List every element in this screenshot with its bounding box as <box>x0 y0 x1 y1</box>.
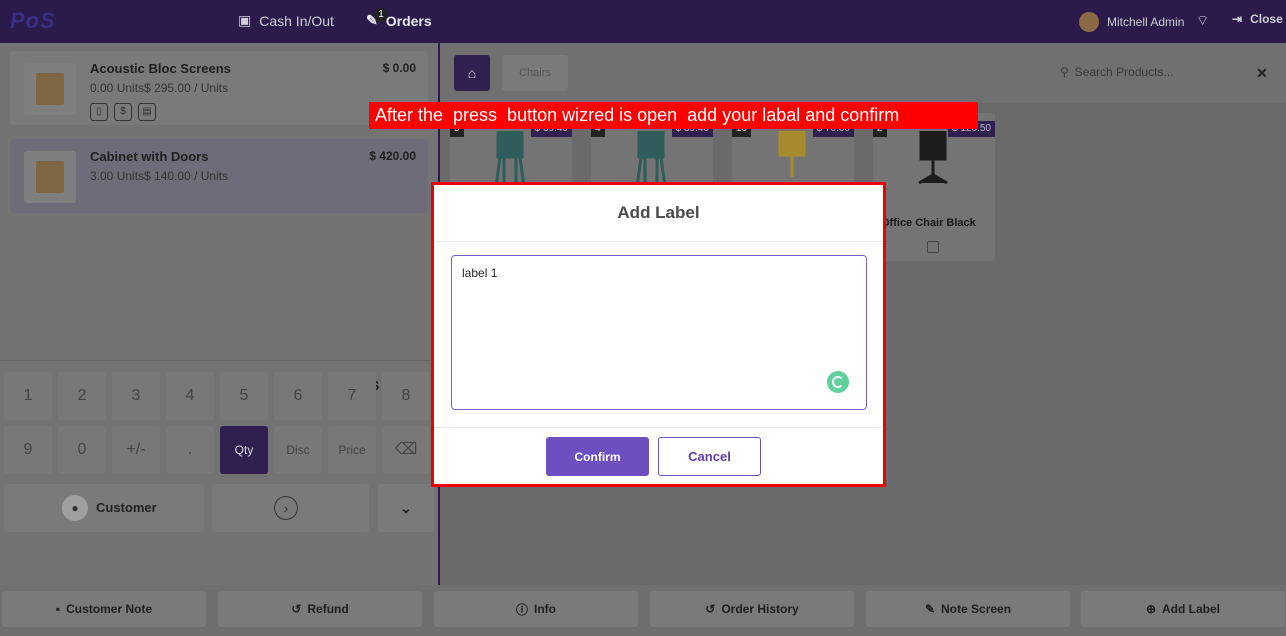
product-name: Office Chair Black <box>881 217 976 229</box>
clear-search-icon[interactable]: ✕ <box>1256 65 1268 82</box>
divider <box>0 360 438 361</box>
customer-note-label: Customer Note <box>66 602 153 616</box>
cash-in-out-label: Cash In/Out <box>259 12 334 29</box>
bottom-action-bar: ▪ Customer Note ↺ Refund ⓘ Info ↺ Order … <box>0 585 1286 636</box>
customer-label: Customer <box>96 500 157 515</box>
add-label-dialog: Add Label label 1 Confirm Cancel <box>431 182 886 487</box>
key-7[interactable]: 7 <box>328 372 376 420</box>
key-6[interactable]: 6 <box>274 372 322 420</box>
key-2[interactable]: 2 <box>58 372 106 420</box>
avatar <box>1079 12 1099 32</box>
undo-icon: ↺ <box>291 602 302 616</box>
key-plus-minus[interactable]: +/- <box>112 426 160 474</box>
orders-label: Orders <box>385 12 432 29</box>
order-line-qty: 0.00 Units$ 295.00 / Units <box>90 81 229 95</box>
tutorial-annotation: After the press button wizred is open ad… <box>369 102 978 129</box>
order-line-price: $ 420.00 <box>369 149 416 163</box>
search-icon: ⚲ <box>1060 65 1069 79</box>
user-menu[interactable]: Mitchell Admin <box>1079 12 1184 32</box>
product-card[interactable]: 2 $ 120.50 Office Chair Black <box>873 113 995 261</box>
price-mode-button[interactable]: Price <box>328 426 376 474</box>
chevron-right-icon: › <box>274 496 298 520</box>
order-line-name: Cabinet with Doors <box>90 149 209 164</box>
add-label-button[interactable]: ⊕ Add Label <box>1081 591 1285 627</box>
confirm-button[interactable]: Confirm <box>546 437 649 476</box>
chair-image <box>494 131 526 187</box>
edit-icon: ✎ <box>924 602 936 616</box>
close-button[interactable]: ⇥ Close <box>1232 12 1283 26</box>
order-line-name: Acoustic Bloc Screens <box>90 61 231 76</box>
info-icon: ⓘ <box>515 602 528 617</box>
order-line-price: $ 0.00 <box>382 61 416 75</box>
chair-image <box>635 131 667 187</box>
dialog-title: Add Label <box>617 203 700 222</box>
top-bar: PoS ▣ Cash In/Out ✎ Orders 1 Mitchell Ad… <box>0 0 1286 43</box>
key-9[interactable]: 9 <box>4 426 52 474</box>
app-logo: PoS <box>10 8 56 33</box>
note-screen-button[interactable]: ✎ Note Screen <box>866 591 1070 627</box>
chair-image <box>918 131 948 185</box>
category-chairs-button[interactable]: Chairs <box>502 55 568 91</box>
order-history-label: Order History <box>721 602 799 616</box>
cancel-button[interactable]: Cancel <box>658 437 761 476</box>
plus-circle-icon: ⊕ <box>1145 602 1157 616</box>
divider <box>434 427 883 428</box>
key-1[interactable]: 1 <box>4 372 52 420</box>
payment-button[interactable]: › <box>212 484 369 532</box>
key-3[interactable]: 3 <box>112 372 160 420</box>
qty-mode-button[interactable]: Qty <box>220 426 268 474</box>
refund-label: Refund <box>307 602 349 616</box>
wifi-icon: ⌔ <box>1196 12 1210 28</box>
backspace-icon[interactable]: ⌫ <box>382 426 430 474</box>
info-button[interactable]: ⓘ Info <box>434 591 638 627</box>
history-icon: ↺ <box>705 602 716 616</box>
add-label-label: Add Label <box>1162 602 1221 616</box>
orders-count-badge: 1 <box>374 8 388 22</box>
key-0[interactable]: 0 <box>58 426 106 474</box>
chair-image <box>778 131 806 187</box>
home-icon[interactable]: ⌂ <box>454 55 490 91</box>
cash-in-out-button[interactable]: ▣ Cash In/Out <box>238 12 334 29</box>
products-header: ⌂ Chairs ⚲ Search Products... ✕ <box>440 43 1286 103</box>
dollar-icon[interactable]: $ <box>114 103 132 121</box>
product-thumbnail <box>24 63 76 115</box>
product-thumbnail <box>24 151 76 203</box>
chevron-down-icon[interactable]: ⌄ <box>378 484 434 532</box>
info-label: Info <box>534 602 556 616</box>
key-decimal[interactable]: . <box>166 426 214 474</box>
order-line-selected[interactable]: Cabinet with Doors 3.00 Units$ 140.00 / … <box>10 139 428 213</box>
divider <box>434 241 883 242</box>
product-info-icon[interactable] <box>927 241 939 253</box>
search-placeholder: Search Products... <box>1074 65 1174 79</box>
cash-icon: ▣ <box>238 12 252 28</box>
grammar-assistant-icon[interactable] <box>827 371 849 393</box>
order-line-qty: 3.00 Units$ 140.00 / Units <box>90 169 229 183</box>
customer-note-button[interactable]: ▪ Customer Note <box>2 591 206 627</box>
order-line[interactable]: Acoustic Bloc Screens 0.00 Units$ 295.00… <box>10 51 428 125</box>
sign-out-icon: ⇥ <box>1232 12 1243 26</box>
close-label: Close <box>1250 12 1283 26</box>
note-icon: ▪ <box>55 602 61 616</box>
disc-mode-button[interactable]: Disc <box>274 426 322 474</box>
label-textarea[interactable]: label 1 <box>451 255 867 410</box>
order-history-button[interactable]: ↺ Order History <box>650 591 854 627</box>
note-icon[interactable]: ▯ <box>90 103 108 121</box>
order-line-actions: ▯ $ ▤ <box>90 103 156 121</box>
key-4[interactable]: 4 <box>166 372 214 420</box>
key-5[interactable]: 5 <box>220 372 268 420</box>
search-input[interactable]: ⚲ Search Products... <box>1060 65 1174 79</box>
note-screen-label: Note Screen <box>941 602 1012 616</box>
key-8[interactable]: 8 <box>382 372 430 420</box>
user-name: Mitchell Admin <box>1107 15 1185 29</box>
user-icon: ● <box>62 495 88 521</box>
trash-icon[interactable]: ▤ <box>138 103 156 121</box>
refund-button[interactable]: ↺ Refund <box>218 591 422 627</box>
customer-button[interactable]: ● Customer <box>4 484 204 532</box>
